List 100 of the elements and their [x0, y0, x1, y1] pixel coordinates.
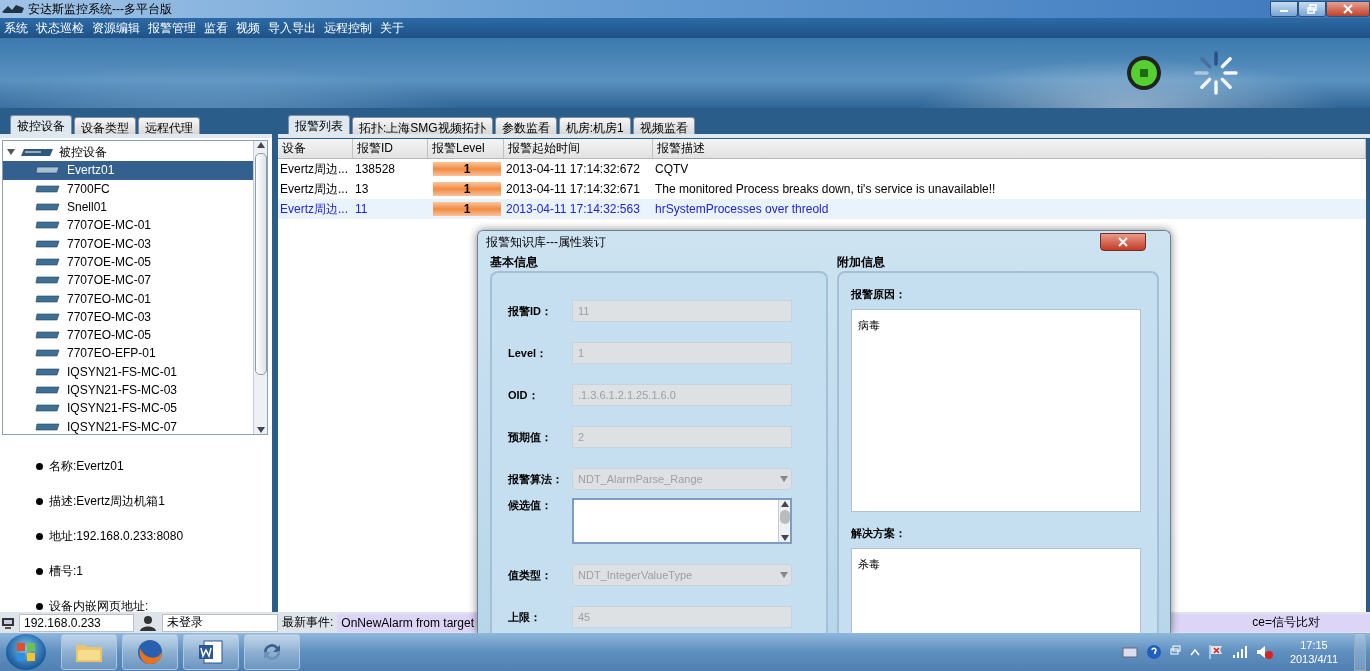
device-icon: [35, 276, 61, 285]
help-icon[interactable]: [1145, 644, 1162, 660]
device-icon: [35, 349, 61, 358]
device-icon: [35, 367, 61, 376]
menu-item[interactable]: 远程控制: [324, 19, 372, 37]
close-button[interactable]: [1326, 1, 1370, 17]
scrollbar[interactable]: [253, 141, 267, 434]
tree-item[interactable]: 7707EO-MC-01: [3, 289, 253, 308]
tree-item[interactable]: 7707OE-MC-07: [3, 271, 253, 290]
monitor-icon: [1, 616, 15, 629]
table-cell-text: 13: [354, 181, 370, 198]
menu-item[interactable]: 导入导出: [268, 19, 316, 37]
taskbar-button[interactable]: [122, 634, 178, 670]
minimize-button[interactable]: [1270, 1, 1298, 17]
menu-item[interactable]: 系统: [4, 19, 28, 37]
column-header[interactable]: 设备: [278, 139, 353, 158]
column-header[interactable]: 报警起始时间: [504, 139, 653, 158]
tree-item[interactable]: IQSYN21-FS-MC-07: [3, 417, 253, 436]
menu-item[interactable]: 关于: [380, 19, 404, 37]
text-area[interactable]: 病毒: [851, 309, 1141, 512]
tree-item[interactable]: 7707OE-MC-05: [3, 252, 253, 272]
scrollbar[interactable]: [778, 500, 790, 542]
table-row[interactable]: Evertz周边... 11 1 2013-04-11 17:14:32:563 hrSystemProcesses over threold: [278, 199, 1366, 219]
taskbar-button[interactable]: [244, 634, 300, 670]
menu-item[interactable]: 监看: [204, 19, 228, 37]
level-tag: 1: [433, 162, 501, 176]
tree-item[interactable]: 7707EO-EFP-01: [3, 344, 253, 363]
tree-item[interactable]: IQSYN21-FS-MC-03: [3, 380, 253, 400]
app-logo-icon: [2, 4, 24, 14]
network-icon[interactable]: [1231, 645, 1248, 659]
restore-button[interactable]: [1298, 1, 1326, 17]
tab[interactable]: 设备类型: [74, 117, 136, 134]
stop-icon[interactable]: [1126, 55, 1162, 91]
table-cell-text: 2013-04-11 17:14:32:672: [505, 161, 641, 178]
scroll-down-icon[interactable]: [780, 534, 789, 542]
column-header[interactable]: 报警描述: [653, 139, 1366, 158]
column-header[interactable]: 报警Level: [428, 139, 504, 158]
field-label: 解决方案：: [850, 526, 907, 541]
tree-item[interactable]: Snell01: [3, 197, 253, 217]
event-label: 最新事件:: [282, 614, 334, 631]
tab[interactable]: 参数监看: [494, 117, 557, 134]
device-icon: [35, 221, 61, 230]
close-icon: [1343, 4, 1353, 14]
tree-item[interactable]: 7707EO-MC-03: [3, 307, 253, 326]
tab[interactable]: 报警列表: [288, 115, 350, 134]
device-icon: [35, 184, 61, 193]
table-cell-text: Evertz周边...: [279, 160, 349, 178]
user-field: 未登录: [162, 613, 278, 632]
start-button[interactable]: [6, 634, 46, 670]
table-cell-text: 2013-04-11 17:14:32:671: [505, 181, 641, 198]
clock[interactable]: 17:15 2013/4/11: [1281, 638, 1346, 666]
taskbar-button[interactable]: [183, 634, 239, 670]
tree-item[interactable]: IQSYN21-FS-MC-01: [3, 362, 253, 381]
keyboard-icon[interactable]: [1121, 646, 1138, 658]
field-label: 报警原因：: [850, 287, 907, 302]
caret-icon: [780, 476, 788, 482]
tree-item[interactable]: 7707EO-MC-05: [3, 325, 253, 345]
menu-item[interactable]: 视频: [236, 19, 260, 37]
address-field: 192.168.0.233: [19, 613, 134, 632]
tree-item[interactable]: 7707OE-MC-03: [3, 234, 253, 253]
field-label: 报警算法：: [507, 471, 564, 487]
tab[interactable]: 视频监看: [632, 117, 695, 134]
scroll-down-icon[interactable]: [256, 426, 265, 434]
tab[interactable]: 远程代理: [138, 117, 200, 134]
event-text: OnNewAlarm from target: [341, 615, 475, 630]
volume-icon[interactable]: [1255, 644, 1274, 660]
expand-arrow-icon[interactable]: [7, 148, 15, 157]
tree-item[interactable]: 7700FC: [3, 179, 253, 198]
tree-item[interactable]: IQSYN21-FS-MC-05: [3, 399, 253, 418]
tree-item[interactable]: Evertz01: [3, 161, 253, 180]
scroll-thumb[interactable]: [779, 510, 790, 524]
start-logo-icon: [16, 642, 36, 662]
text-area[interactable]: 杀毒: [851, 548, 1141, 634]
restore-icon: [1307, 4, 1317, 14]
level-tag: 1: [433, 182, 501, 196]
flag-icon[interactable]: [1207, 644, 1224, 660]
menu-item[interactable]: 状态巡检: [36, 19, 84, 37]
tab[interactable]: 机房:机房1: [558, 117, 631, 134]
menu-item[interactable]: 资源编辑: [92, 19, 140, 37]
tree-item[interactable]: 被控设备: [3, 143, 253, 162]
device-icon: [35, 239, 61, 248]
event-text: ce=信号比对: [1252, 614, 1320, 631]
table-cell-text: 11: [354, 201, 369, 218]
scroll-up-icon[interactable]: [256, 141, 265, 149]
column-header[interactable]: 报警ID: [353, 139, 428, 158]
tab[interactable]: 拓扑:上海SMG视频拓扑: [352, 117, 493, 134]
close-button[interactable]: [1100, 233, 1146, 251]
show-hidden-icons[interactable]: [1189, 648, 1200, 656]
tab[interactable]: 被控设备: [10, 115, 72, 134]
device-icon: [35, 257, 61, 266]
dialog-title: 报警知识库---属性装订: [486, 233, 606, 251]
menu-item[interactable]: 报警管理: [148, 19, 196, 37]
scroll-up-icon[interactable]: [780, 500, 789, 508]
list-field[interactable]: [572, 498, 792, 544]
field-label: 值类型：: [507, 567, 553, 583]
table-cell-text: Evertz周边...: [279, 180, 349, 198]
device-icon: [35, 203, 61, 212]
tree-item[interactable]: 7707OE-MC-01: [3, 216, 253, 235]
group-title: 附加信息: [837, 253, 886, 271]
device-icon: [35, 386, 61, 394]
